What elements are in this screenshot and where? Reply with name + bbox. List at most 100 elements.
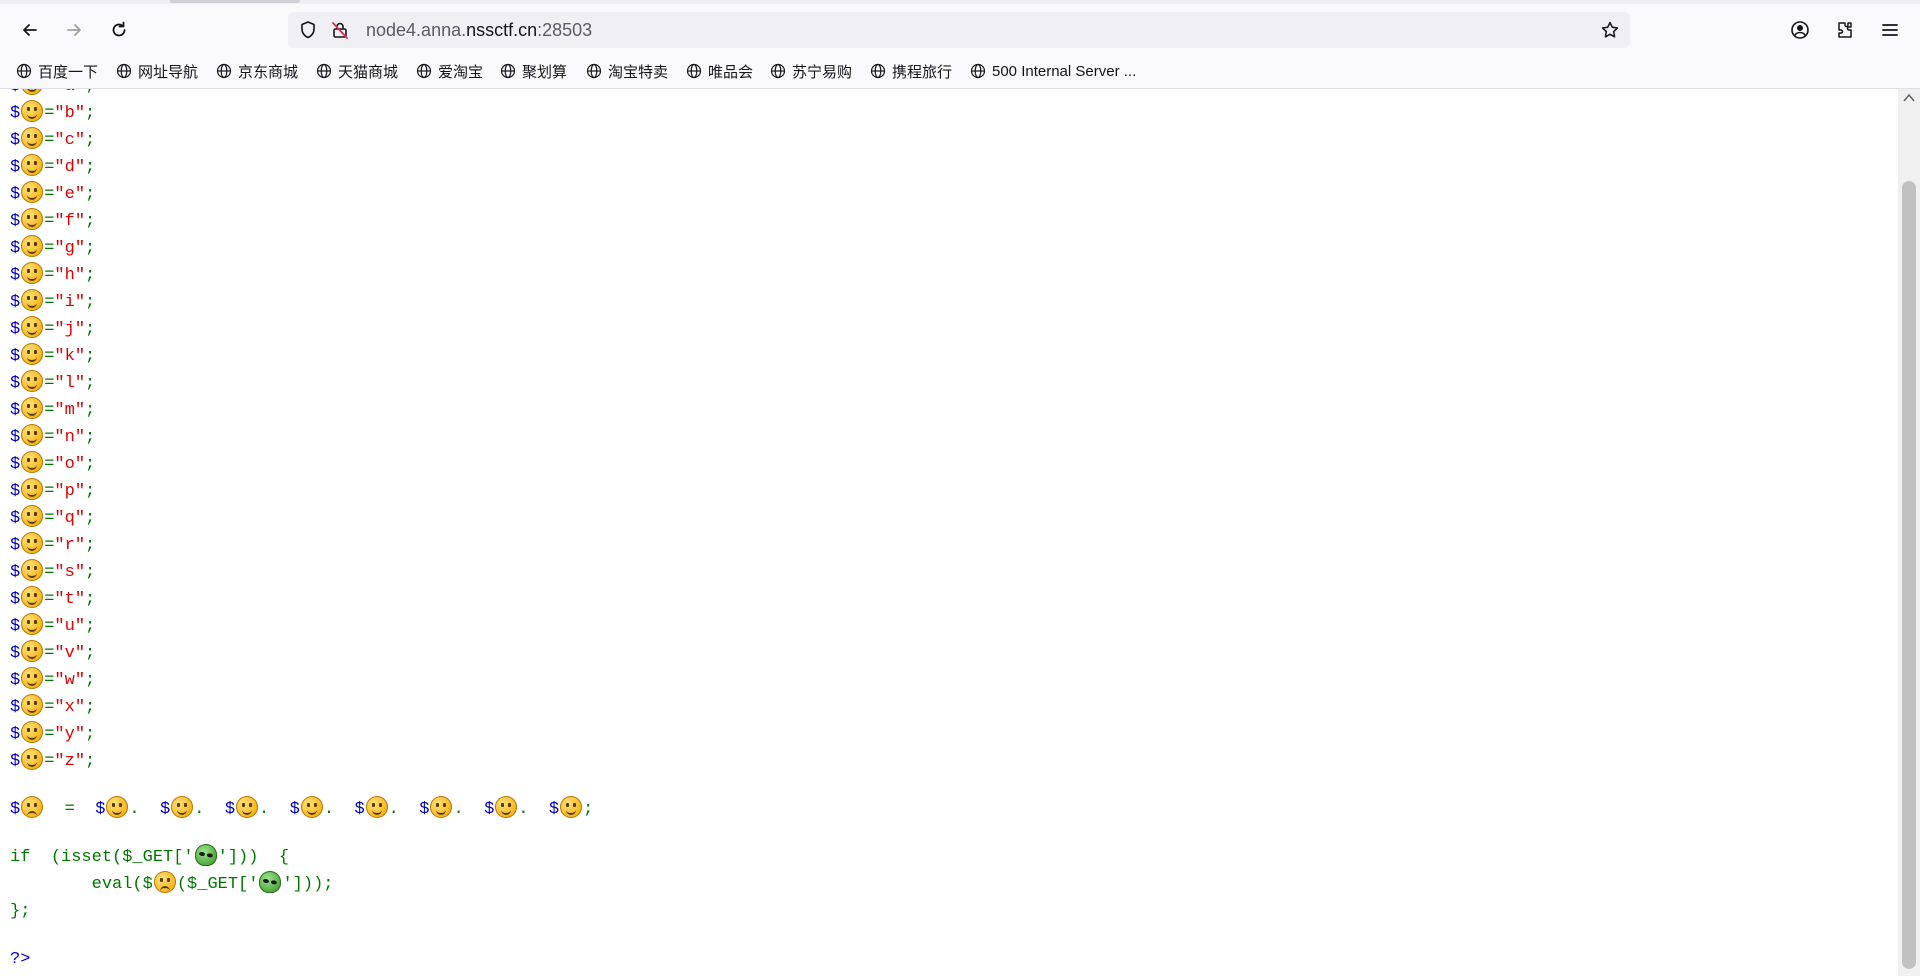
bookmark-item[interactable]: 京东商城	[216, 60, 298, 82]
globe-icon	[316, 63, 332, 79]
assignment-line: $ ="h";	[10, 262, 593, 289]
brace-close: };	[10, 902, 31, 921]
assignment-line: $ ="t";	[10, 586, 593, 613]
back-button[interactable]	[14, 14, 46, 46]
bookmark-item[interactable]: 爱淘宝	[416, 60, 483, 82]
bookmark-item[interactable]: 聚划算	[500, 60, 567, 82]
bookmark-item[interactable]: 网址导航	[116, 60, 198, 82]
scroll-up-arrow-icon[interactable]	[1903, 93, 1915, 103]
reload-icon	[112, 21, 126, 37]
shield-icon[interactable]	[298, 20, 318, 40]
bookmark-item[interactable]: 苏宁易购	[770, 60, 852, 82]
bookmark-item[interactable]: 百度一下	[16, 60, 98, 82]
assigned-letter: d	[64, 158, 75, 177]
bookmark-item[interactable]: 淘宝特卖	[586, 60, 668, 82]
globe-icon	[416, 63, 432, 79]
account-button[interactable]	[1786, 16, 1814, 44]
assigned-letter: y	[64, 725, 75, 744]
assigned-letter: h	[64, 266, 75, 285]
app-menu-button[interactable]	[1876, 16, 1904, 44]
address-bar[interactable]: node4.anna.nssctf.cn:28503	[288, 12, 1630, 48]
assignment-line: $ ="l";	[10, 370, 593, 397]
emoji-assignment-list: $="a";$="b";$="c";$="d";$="e";$="f";$="g…	[10, 89, 593, 775]
assigned-letter: g	[64, 239, 75, 258]
eval-open: eval($	[91, 875, 153, 894]
url-text[interactable]: node4.anna.nssctf.cn:28503	[366, 12, 592, 48]
emoji-variable-icon	[21, 235, 44, 257]
globe-icon	[686, 63, 702, 79]
bookmark-label: 网址导航	[138, 63, 199, 81]
emoji-variable-icon	[106, 796, 129, 818]
isset-close: ']))	[217, 848, 259, 867]
assigned-letter: b	[64, 104, 75, 123]
eval-close: ']));	[282, 875, 334, 894]
assigned-letter: e	[64, 185, 75, 204]
assigned-letter: x	[64, 698, 75, 717]
forward-button[interactable]	[58, 14, 90, 46]
emoji-variable-icon	[21, 694, 44, 716]
if-keyword: if	[10, 848, 31, 867]
emoji-variable-icon	[21, 89, 44, 95]
assignment-line: $ ="i";	[10, 289, 593, 316]
account-icon	[1791, 21, 1809, 39]
emoji-variable-icon	[21, 154, 44, 176]
emoji-variable-icon	[21, 667, 44, 689]
emoji-variable-icon	[21, 181, 44, 203]
brace-open: {	[278, 848, 290, 867]
assignment-line: $ ="u";	[10, 613, 593, 640]
assignment-line: $ ="g";	[10, 235, 593, 262]
assignment-line: $ ="s";	[10, 559, 593, 586]
assigned-letter: s	[64, 563, 75, 582]
assignment-line: $ ="z";	[10, 748, 593, 775]
page-scrollbar[interactable]	[1898, 89, 1920, 976]
menu-icon	[1882, 24, 1898, 36]
crying-face-emoji-icon	[21, 796, 44, 818]
reload-button[interactable]	[103, 14, 135, 46]
emoji-variable-icon	[21, 559, 44, 581]
emoji-variable-icon	[21, 289, 44, 311]
assigned-letter: u	[64, 617, 75, 636]
bookmark-item[interactable]: 唯品会	[686, 60, 753, 82]
emoji-variable-icon	[21, 397, 44, 419]
bookmark-label: 聚划算	[522, 63, 568, 81]
globe-icon	[586, 63, 602, 79]
emoji-variable-icon	[21, 451, 44, 473]
assignment-line: $ ="c";	[10, 127, 593, 154]
bookmark-star-icon[interactable]	[1600, 20, 1620, 40]
emoji-variable-icon	[21, 316, 44, 338]
insecure-lock-icon[interactable]	[330, 20, 350, 40]
bookmark-item[interactable]: 天猫商城	[316, 60, 398, 82]
assigned-letter: z	[64, 752, 75, 771]
globe-icon	[970, 63, 986, 79]
url-prefix: node4.anna.	[366, 20, 467, 40]
bookmark-item[interactable]: 500 Internal Server ...	[970, 60, 1136, 82]
emoji-variable-icon	[21, 343, 44, 365]
assignment-line: $ ="y";	[10, 721, 593, 748]
eval-mid: ($_GET['	[176, 875, 259, 894]
assigned-letter: t	[64, 590, 75, 609]
assigned-letter: k	[64, 347, 75, 366]
assignment-line: $ ="n";	[10, 424, 593, 451]
assigned-letter: w	[64, 671, 75, 690]
assignment-line: $ ="p";	[10, 478, 593, 505]
emoji-variable-icon	[21, 505, 44, 527]
emoji-variable-icon	[21, 478, 44, 500]
assignment-line: $="a";	[10, 89, 593, 100]
scrollbar-thumb[interactable]	[1902, 181, 1916, 969]
bookmark-item[interactable]: 携程旅行	[870, 60, 952, 82]
assignment-line: $ ="f";	[10, 208, 593, 235]
php-source-code: $="a";$="b";$="c";$="d";$="e";$="f";$="g…	[10, 89, 593, 973]
emoji-variable-icon	[21, 640, 44, 662]
url-port: :28503	[537, 20, 593, 40]
eval-line: eval($ ($_GET[' ']));	[10, 871, 593, 898]
emoji-variable-icon	[21, 208, 44, 230]
emoji-variable-icon	[171, 796, 194, 818]
emoji-variable-icon	[365, 796, 388, 818]
assigned-letter: r	[64, 536, 75, 555]
back-icon	[23, 24, 37, 36]
assignment-line: $ ="k";	[10, 343, 593, 370]
brace-close-line: };	[10, 898, 593, 925]
extensions-button[interactable]	[1831, 16, 1859, 44]
assigned-letter: o	[64, 455, 75, 474]
assigned-letter: f	[64, 212, 75, 231]
